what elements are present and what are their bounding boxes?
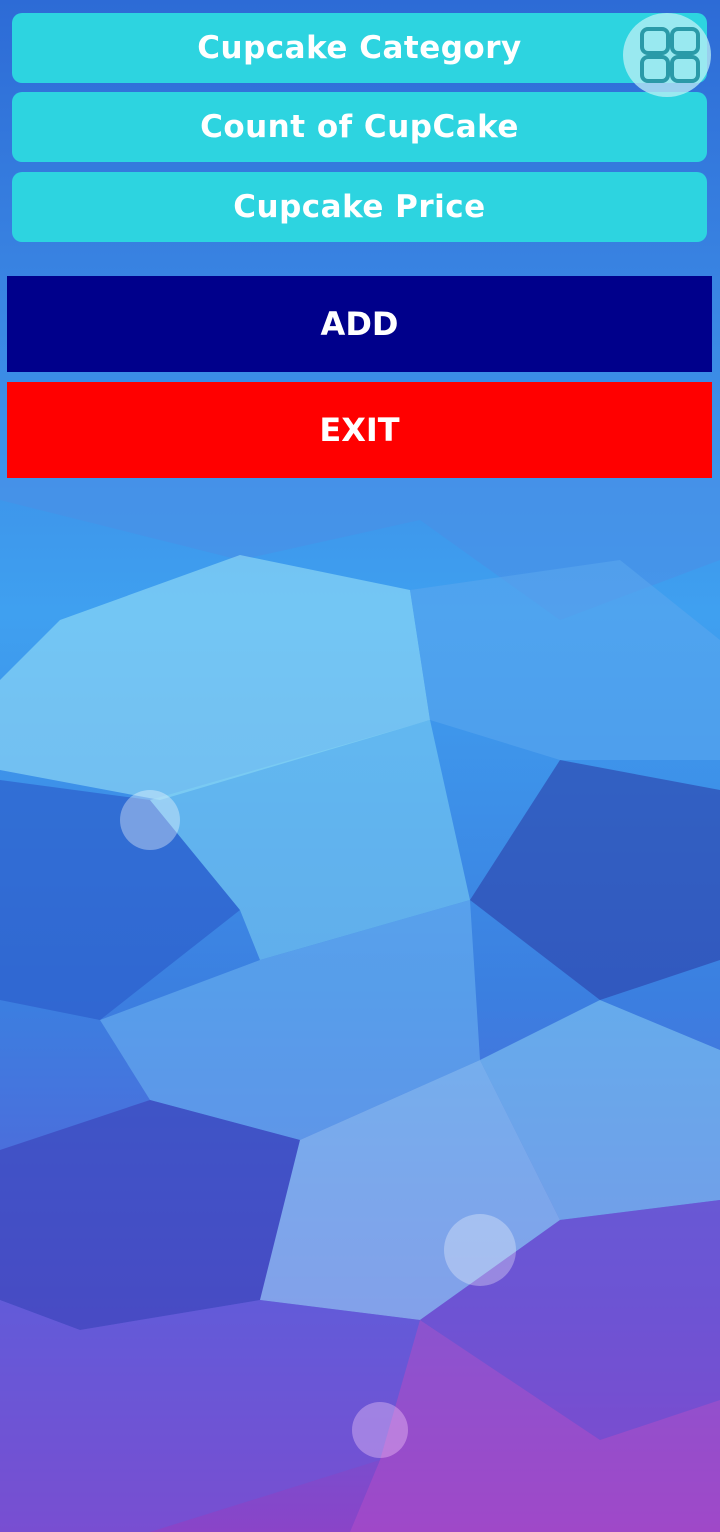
add-button[interactable]: ADD xyxy=(7,276,712,372)
exit-button[interactable]: EXIT xyxy=(7,382,712,478)
cupcake-category-input[interactable]: Cupcake Category xyxy=(12,13,707,83)
cupcake-count-placeholder: Count of CupCake xyxy=(200,109,519,145)
exit-button-label: EXIT xyxy=(319,411,400,449)
cupcake-price-placeholder: Cupcake Price xyxy=(233,189,486,225)
add-button-label: ADD xyxy=(320,305,399,343)
floating-apps-button[interactable] xyxy=(623,13,711,97)
cupcake-price-input[interactable]: Cupcake Price xyxy=(12,172,707,242)
cupcake-count-input[interactable]: Count of CupCake xyxy=(12,92,707,162)
cupcake-category-placeholder: Cupcake Category xyxy=(197,30,522,66)
